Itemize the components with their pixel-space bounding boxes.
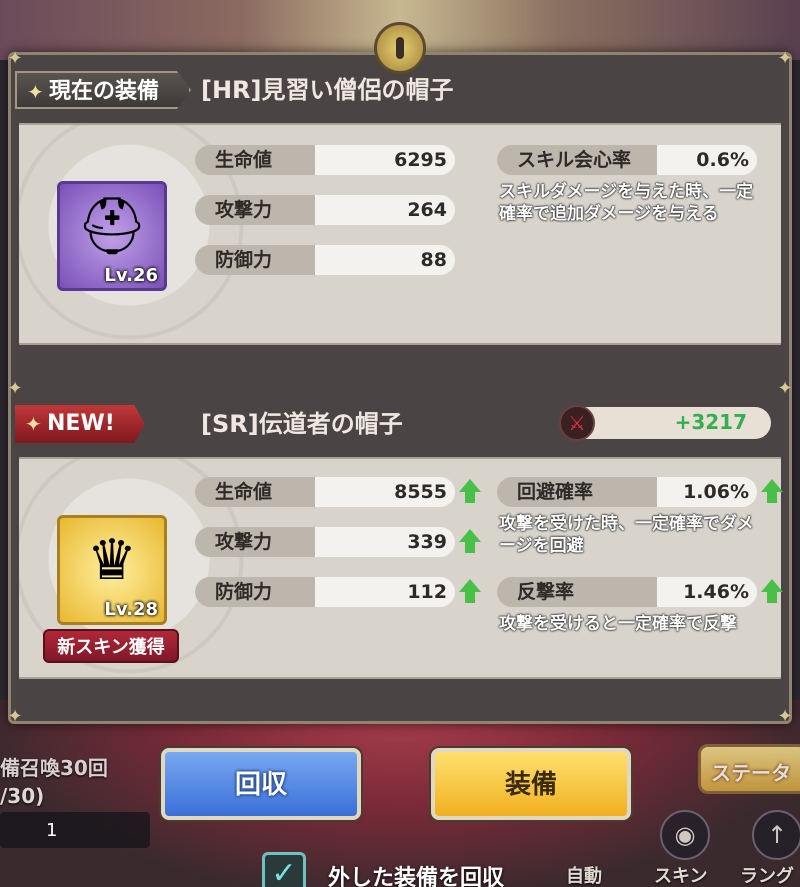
new-equipment-header: ✦ NEW! [SR]伝道者の帽子 ⚔ +3217	[11, 389, 789, 457]
stat-label: 防御力	[195, 245, 315, 275]
rank-up-arrow-icon[interactable]: ↑	[752, 810, 800, 860]
auto-label[interactable]: 自動	[566, 862, 602, 887]
stat-label: 生命値	[195, 145, 315, 175]
new-item-level: Lv.28	[104, 599, 158, 620]
corner-ornament-icon: ✦	[777, 378, 793, 399]
equip-button[interactable]: 装備	[431, 748, 631, 820]
current-equipment-tag-label: 現在の装備	[49, 79, 160, 104]
current-item-icon[interactable]: ⛑ Lv.26	[57, 181, 167, 291]
skill-label: スキル会心率	[497, 145, 657, 175]
skill-label: 回避確率	[497, 477, 657, 507]
new-equipment-tag: ✦ NEW!	[15, 405, 145, 443]
new-stat-attack: 攻撃力 339	[195, 527, 455, 557]
stat-label: 防御力	[195, 577, 315, 607]
current-equipment-section: ✦ 現在の装備 [HR]見習い僧侶の帽子 ⛑ Lv.26 生命値 6295 攻撃…	[11, 55, 789, 385]
new-skin-badge: 新スキン獲得	[43, 629, 179, 663]
stat-label: 攻撃力	[195, 527, 315, 557]
new-equipment-tag-label: NEW!	[47, 411, 115, 436]
corner-ornament-icon: ✦	[7, 48, 23, 69]
corner-ornament-icon: ✦	[777, 706, 793, 727]
stat-value: 6295	[394, 149, 447, 171]
stat-value: 8555	[394, 481, 447, 503]
modal-top-ornament-icon	[374, 22, 426, 74]
current-stat-hp: 生命値 6295	[195, 145, 455, 175]
corner-ornament-icon: ✦	[777, 48, 793, 69]
current-equipment-tag: ✦ 現在の装備	[15, 71, 192, 109]
current-skill-crit: スキル会心率 0.6%	[497, 145, 757, 175]
new-skill-evasion: 回避確率 1.06%	[497, 477, 757, 507]
recover-unequipped-label[interactable]: 外した装備を回収	[328, 860, 504, 887]
stat-label: 生命値	[195, 477, 315, 507]
sparkle-icon: ✦	[25, 412, 42, 436]
skill-value: 1.06%	[683, 481, 749, 503]
current-item-details: ⛑ Lv.26 生命値 6295 攻撃力 264 防御力 88 スキル会心率 0…	[19, 123, 781, 345]
current-stat-attack: 攻撃力 264	[195, 195, 455, 225]
evasion-description: 攻撃を受けた時、一定確率でダメージを回避	[499, 514, 754, 556]
current-item-level: Lv.26	[104, 265, 158, 286]
rank-label[interactable]: ラング	[740, 862, 794, 887]
stat-value: 339	[407, 531, 447, 553]
skill-value: 1.46%	[683, 581, 749, 603]
stat-value: 264	[407, 199, 447, 221]
stat-up-arrow-icon	[459, 479, 481, 505]
new-item-details: ♛ Lv.28 新スキン獲得 生命値 8555 攻撃力 339 防御力 112 …	[19, 457, 783, 679]
new-item-icon[interactable]: ♛ Lv.28	[57, 515, 167, 625]
stat-label: 攻撃力	[195, 195, 315, 225]
new-skill-counter: 反撃率 1.46%	[497, 577, 757, 607]
stat-value: 88	[420, 249, 447, 271]
stat-up-arrow-icon	[459, 529, 481, 555]
skill-value: 0.6%	[696, 149, 749, 171]
skin-label[interactable]: スキン	[654, 862, 707, 887]
new-equipment-section: ✦ NEW! [SR]伝道者の帽子 ⚔ +3217 ♛ Lv.28 新スキン獲得…	[11, 389, 789, 723]
crown-hat-icon: ♛	[86, 528, 138, 593]
new-item-title: [SR]伝道者の帽子	[201, 410, 403, 438]
crossed-swords-icon: ⚔	[559, 405, 595, 441]
current-skill-description: スキルダメージを与えた時、一定確率で追加ダメージを与える	[499, 182, 754, 224]
corner-ornament-icon: ✦	[7, 706, 23, 727]
new-stat-defense: 防御力 112	[195, 577, 455, 607]
recover-unequipped-checkbox[interactable]: ✓	[262, 852, 306, 887]
sparkle-icon: ✦	[27, 80, 44, 104]
combat-power-change: ⚔ +3217	[559, 405, 771, 441]
stat-up-arrow-icon	[761, 479, 783, 505]
summon-mission-text: 備召喚30回	[0, 756, 108, 780]
counter-description: 攻撃を受けると一定確率で反撃	[499, 614, 737, 634]
stat-value: 112	[407, 581, 447, 603]
mission-progress-box: 1	[0, 812, 150, 848]
stat-up-arrow-icon	[761, 579, 783, 605]
current-item-title: [HR]見習い僧侶の帽子	[201, 76, 454, 104]
summon-mission-count: /30)	[0, 784, 45, 808]
stat-up-arrow-icon	[459, 579, 481, 605]
corner-ornament-icon: ✦	[7, 378, 23, 399]
current-stat-defense: 防御力 88	[195, 245, 455, 275]
combat-power-delta: +3217	[674, 410, 747, 434]
priest-hat-icon: ⛑	[76, 194, 148, 259]
skill-label: 反撃率	[497, 577, 657, 607]
recover-button[interactable]: 回収	[161, 748, 361, 820]
skin-eye-icon[interactable]: ◉	[660, 810, 710, 860]
new-stat-hp: 生命値 8555	[195, 477, 455, 507]
equipment-compare-modal: ✦ ✦ ✦ ✦ ✦ ✦ ✦ 現在の装備 [HR]見習い僧侶の帽子 ⛑ Lv.26…	[7, 48, 793, 727]
status-button[interactable]: ステータ	[698, 744, 800, 794]
